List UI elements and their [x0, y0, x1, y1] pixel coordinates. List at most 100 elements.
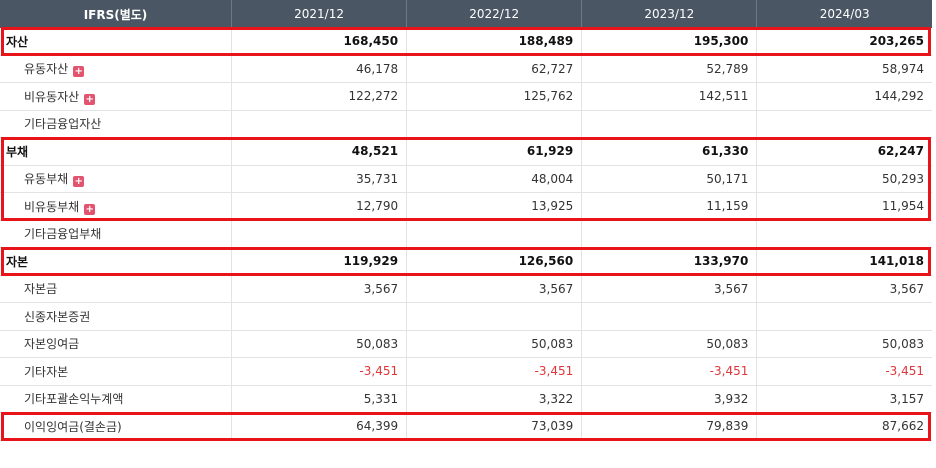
row-label-cell: 이익잉여금(결손금) — [0, 412, 232, 441]
header-period-3: 2023/12 — [581, 0, 758, 28]
value-cell — [581, 220, 758, 248]
value-cell — [231, 302, 408, 331]
value-cell: 12,790 — [231, 192, 408, 221]
value-cell: 79,839 — [581, 412, 758, 441]
row-label-cell: 기타포괄손익누계액 — [0, 385, 232, 413]
value-cell: 3,157 — [756, 385, 932, 413]
row-label-cell: 자산 — [0, 28, 232, 56]
value-cell: 141,018 — [756, 247, 932, 276]
row-label-cell[interactable]: 비유동자산 + — [0, 82, 232, 111]
table-row: 자본 119,929 126,560 133,970 141,018 — [0, 247, 932, 276]
row-label-cell[interactable]: 유동부채 + — [0, 165, 232, 193]
plus-icon[interactable]: + — [84, 203, 96, 215]
table-row: 신종자본증권 — [0, 302, 932, 331]
row-label: 유동자산 — [24, 62, 69, 77]
value-cell: 11,159 — [581, 192, 758, 221]
value-cell — [581, 110, 758, 138]
value-cell: 61,929 — [406, 137, 583, 166]
value-cell: 168,450 — [231, 28, 408, 56]
value-cell: 62,247 — [756, 137, 932, 166]
header-period-1: 2021/12 — [231, 0, 408, 28]
value-cell: 35,731 — [231, 165, 408, 193]
value-cell: 122,272 — [231, 82, 408, 111]
row-label-cell: 기타금융업부채 — [0, 220, 232, 248]
value-cell: 62,727 — [406, 55, 583, 83]
value-cell — [406, 302, 583, 331]
value-cell — [756, 110, 932, 138]
value-cell: 119,929 — [231, 247, 408, 276]
plus-icon[interactable]: + — [84, 93, 96, 105]
value-cell: 87,662 — [756, 412, 932, 441]
value-cell: -3,451 — [756, 357, 932, 386]
row-label: 기타포괄손익누계액 — [24, 392, 124, 407]
value-cell: 73,039 — [406, 412, 583, 441]
value-cell: 3,567 — [231, 275, 408, 303]
value-cell: 3,567 — [406, 275, 583, 303]
value-cell: 50,083 — [756, 330, 932, 358]
row-label: 기타금융업자산 — [24, 117, 102, 132]
value-cell — [406, 220, 583, 248]
table-row: 자본금 3,567 3,567 3,567 3,567 — [0, 275, 932, 303]
row-label-cell: 자본금 — [0, 275, 232, 303]
value-cell: -3,451 — [406, 357, 583, 386]
financial-table-region: IFRS(별도) 2021/12 2022/12 2023/12 2024/03… — [0, 0, 936, 468]
plus-icon[interactable]: + — [73, 66, 85, 78]
value-cell: 50,171 — [581, 165, 758, 193]
value-cell: 195,300 — [581, 28, 758, 56]
value-cell — [756, 302, 932, 331]
value-cell: 3,322 — [406, 385, 583, 413]
row-label-cell: 자본잉여금 — [0, 330, 232, 358]
row-label: 부채 — [6, 144, 29, 159]
value-cell: 50,293 — [756, 165, 932, 193]
value-cell — [231, 220, 408, 248]
table-row: 기타금융업자산 — [0, 110, 932, 138]
value-cell: 52,789 — [581, 55, 758, 83]
row-label: 기타금융업부채 — [24, 227, 102, 242]
value-cell: 203,265 — [756, 28, 932, 56]
row-label: 비유동부채 — [24, 199, 80, 214]
value-cell: 144,292 — [756, 82, 932, 111]
table-row: 기타포괄손익누계액 5,331 3,322 3,932 3,157 — [0, 385, 932, 413]
row-label-cell: 기타자본 — [0, 357, 232, 386]
value-cell: 142,511 — [581, 82, 758, 111]
plus-icon[interactable]: + — [73, 176, 85, 188]
table-row: 이익잉여금(결손금) 64,399 73,039 79,839 87,662 — [0, 412, 932, 441]
header-ifrs: IFRS(별도) — [0, 0, 232, 28]
row-label: 기타자본 — [24, 364, 69, 379]
table-row: 자본잉여금 50,083 50,083 50,083 50,083 — [0, 330, 932, 358]
balance-sheet-table: IFRS(별도) 2021/12 2022/12 2023/12 2024/03… — [0, 0, 932, 441]
value-cell — [756, 220, 932, 248]
value-cell: 13,925 — [406, 192, 583, 221]
row-label-cell: 부채 — [0, 137, 232, 166]
table-row: 자산 168,450 188,489 195,300 203,265 — [0, 28, 932, 56]
row-label: 자본금 — [24, 282, 58, 297]
table-row: 기타금융업부채 — [0, 220, 932, 248]
table-row: 부채 48,521 61,929 61,330 62,247 — [0, 137, 932, 166]
value-cell: 188,489 — [406, 28, 583, 56]
row-label-cell[interactable]: 유동자산 + — [0, 55, 232, 83]
value-cell: 61,330 — [581, 137, 758, 166]
row-label: 신종자본증권 — [24, 309, 91, 324]
value-cell: 50,083 — [581, 330, 758, 358]
table-header-row: IFRS(별도) 2021/12 2022/12 2023/12 2024/03 — [0, 0, 932, 28]
row-label: 유동부채 — [24, 172, 69, 187]
row-label: 이익잉여금(결손금) — [24, 419, 122, 434]
table-row: 유동부채 +35,731 48,004 50,171 50,293 — [0, 165, 932, 193]
value-cell: 46,178 — [231, 55, 408, 83]
value-cell: -3,451 — [581, 357, 758, 386]
value-cell: 125,762 — [406, 82, 583, 111]
value-cell: 3,932 — [581, 385, 758, 413]
value-cell: 50,083 — [231, 330, 408, 358]
row-label: 자산 — [6, 34, 29, 49]
value-cell: 133,970 — [581, 247, 758, 276]
value-cell: 58,974 — [756, 55, 932, 83]
value-cell — [406, 110, 583, 138]
row-label: 비유동자산 — [24, 89, 80, 104]
row-label: 자본 — [6, 254, 29, 269]
value-cell — [231, 110, 408, 138]
value-cell: 126,560 — [406, 247, 583, 276]
table-row: 기타자본 -3,451 -3,451 -3,451 -3,451 — [0, 357, 932, 386]
row-label-cell[interactable]: 비유동부채 + — [0, 192, 232, 221]
row-label-cell: 기타금융업자산 — [0, 110, 232, 138]
value-cell: 11,954 — [756, 192, 932, 221]
